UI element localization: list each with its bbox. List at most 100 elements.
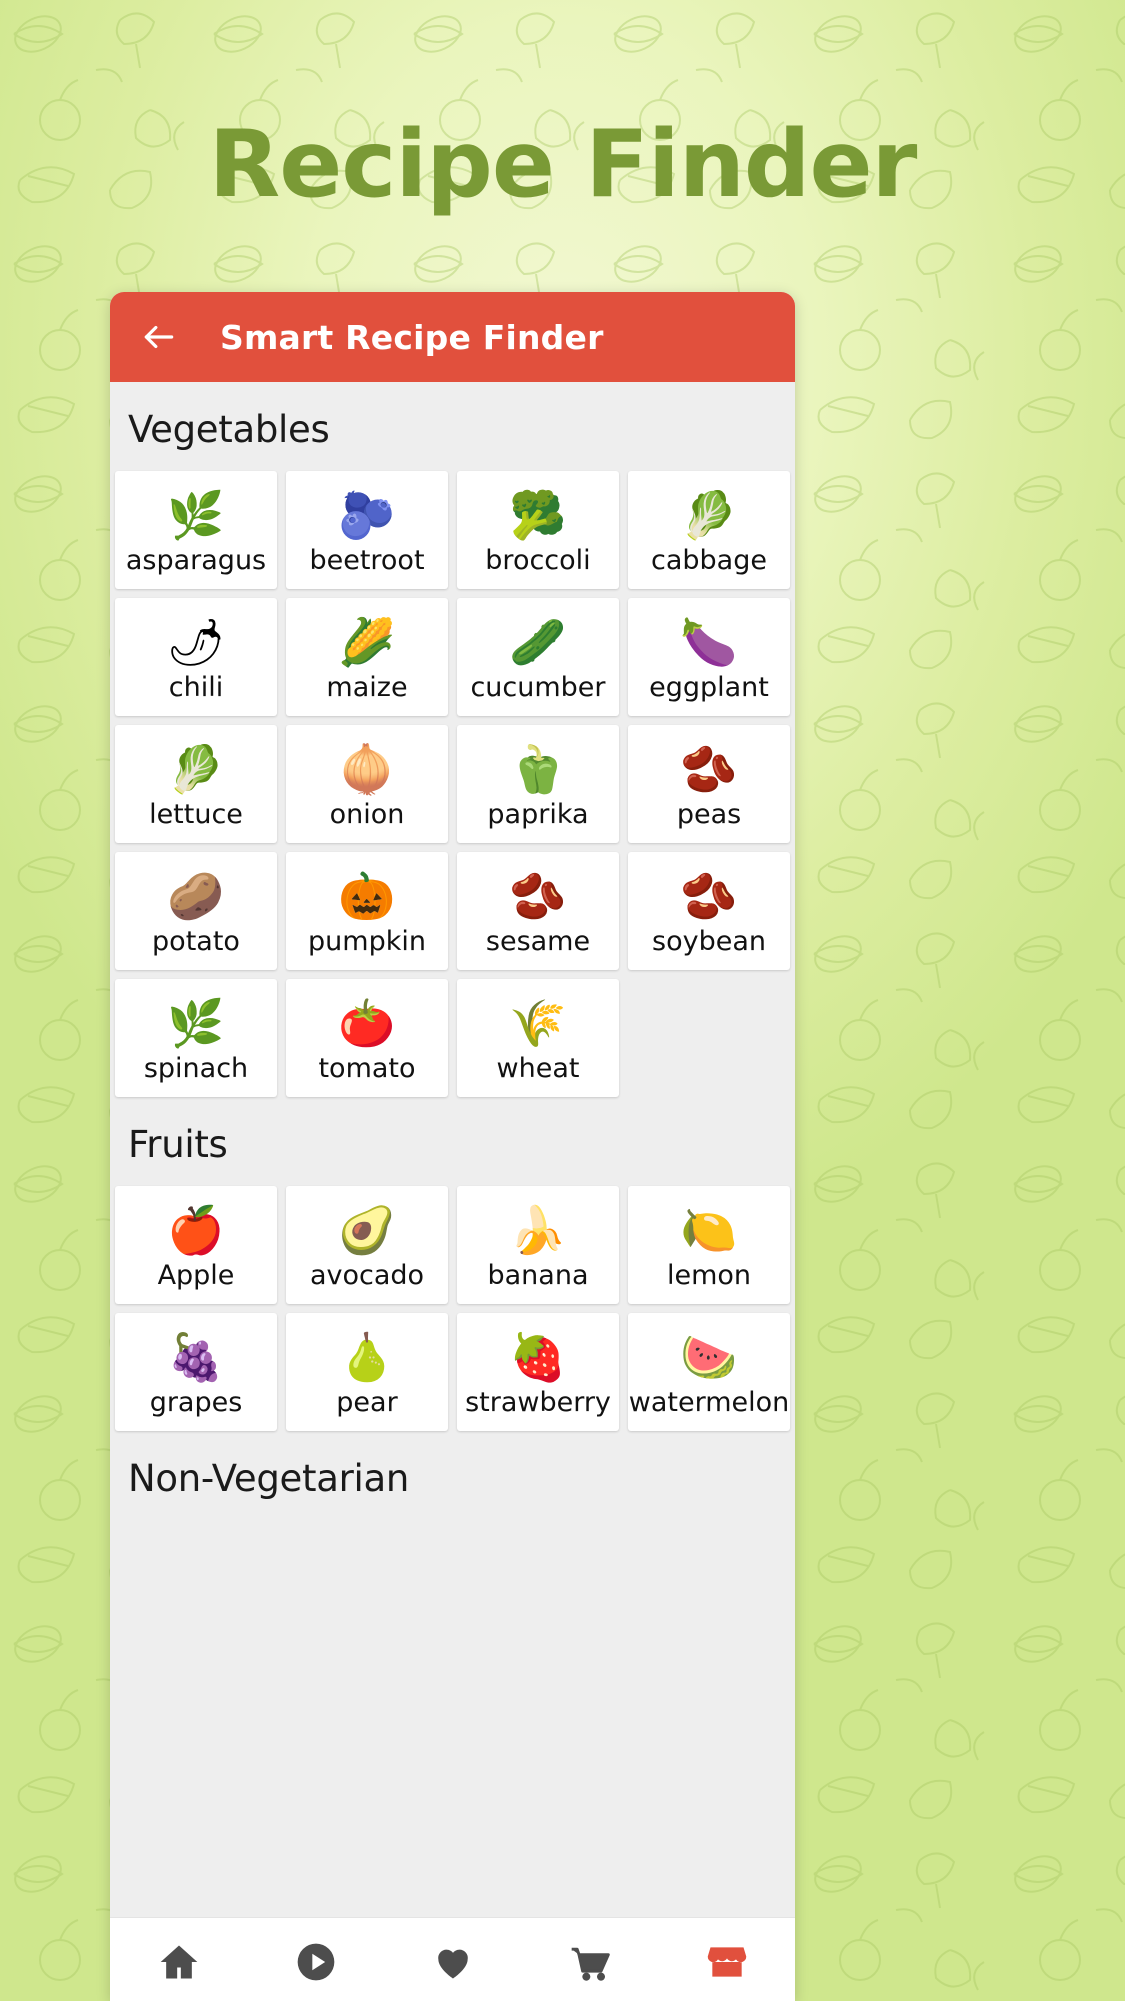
app-bar-title: Smart Recipe Finder — [220, 317, 604, 357]
spinach-icon: 🌿 — [167, 996, 225, 1049]
ingredient-card[interactable]: 🥒 cucumber — [457, 598, 619, 716]
ingredient-card[interactable]: 🍆 eggplant — [628, 598, 790, 716]
strawberry-icon: 🍓 — [509, 1330, 567, 1383]
page-title: Recipe Finder — [208, 110, 918, 218]
wheat-icon: 🌾 — [509, 996, 567, 1049]
cabbage-icon: 🥬 — [680, 488, 738, 541]
back-button[interactable] — [140, 318, 178, 356]
cucumber-icon: 🥒 — [509, 615, 567, 668]
ingredient-label: eggplant — [649, 671, 769, 703]
beetroot-icon: 🫐 — [338, 488, 396, 541]
heart-icon — [437, 1949, 468, 1979]
ingredient-card[interactable]: 🍐 pear — [286, 1313, 448, 1431]
nav-item-play-circle[interactable] — [286, 1940, 346, 1984]
avocado-icon: 🥑 — [338, 1203, 396, 1256]
play-circle-icon — [297, 1943, 334, 1981]
ingredient-label: spinach — [143, 1052, 249, 1084]
ingredient-card[interactable]: 🥔 potato — [115, 852, 277, 970]
ingredient-label: maize — [326, 671, 408, 703]
ingredient-label: banana — [487, 1259, 589, 1291]
ingredient-label: cabbage — [651, 544, 767, 576]
ingredient-label: watermelon — [628, 1386, 790, 1418]
paprika-icon: 🫑 — [509, 742, 567, 795]
broccoli-icon: 🥦 — [509, 488, 567, 541]
ingredient-label: Apple — [157, 1259, 235, 1291]
ingredient-label: asparagus — [125, 544, 267, 576]
ingredient-card[interactable]: 🍌 banana — [457, 1186, 619, 1304]
watermelon-icon: 🍉 — [680, 1330, 738, 1383]
ingredient-grid-vegetables: 🌿 asparagus 🫐 beetroot 🥦 broccoli 🥬 cabbage 🌶 chi… — [110, 471, 795, 1097]
apple-icon: 🍎 — [167, 1203, 225, 1256]
ingredient-label: pumpkin — [308, 925, 426, 957]
sesame-icon: 🫘 — [509, 869, 567, 922]
ingredient-label: cucumber — [470, 671, 606, 703]
ingredient-label: pear — [336, 1386, 398, 1418]
phone-frame: Smart Recipe Finder Vegetables 🌿 asparagus… — [110, 292, 795, 2001]
nav-item-heart[interactable] — [423, 1940, 483, 1984]
pumpkin-icon: 🎃 — [338, 869, 396, 922]
maize-icon: 🌽 — [338, 615, 396, 668]
home-icon — [160, 1945, 197, 1979]
ingredient-label: avocado — [309, 1259, 425, 1291]
ingredient-card[interactable]: 🧅 onion — [286, 725, 448, 843]
ingredient-card[interactable]: 🥬 cabbage — [628, 471, 790, 589]
nav-item-home[interactable] — [149, 1940, 209, 1984]
pear-icon: 🍐 — [338, 1330, 396, 1383]
banana-icon: 🍌 — [509, 1203, 567, 1256]
ingredient-card[interactable]: 🍇 grapes — [115, 1313, 277, 1431]
ingredient-grid-fruits: 🍎 Apple 🥑 avocado 🍌 banana 🍋 lemon 🍇 grapes 🍐 pear 🍓… — [110, 1186, 795, 1431]
app-bar: Smart Recipe Finder — [110, 292, 795, 382]
nav-item-store[interactable] — [697, 1940, 757, 1984]
ingredient-card[interactable]: 🍎 Apple — [115, 1186, 277, 1304]
soybean-icon: 🫘 — [680, 869, 738, 922]
ingredient-card[interactable]: 🥦 broccoli — [457, 471, 619, 589]
ingredient-label: onion — [329, 798, 405, 830]
ingredient-card[interactable]: 🫑 paprika — [457, 725, 619, 843]
ingredient-label: broccoli — [485, 544, 591, 576]
peas-icon: 🫘 — [680, 742, 738, 795]
ingredient-label: lettuce — [149, 798, 243, 830]
ingredient-card[interactable]: 🌾 wheat — [457, 979, 619, 1097]
arrow-left-icon — [144, 325, 174, 349]
store-icon — [707, 1947, 746, 1977]
ingredient-label: potato — [152, 925, 240, 957]
ingredient-card[interactable]: 🥑 avocado — [286, 1186, 448, 1304]
eggplant-icon: 🍆 — [680, 615, 738, 668]
ingredient-card[interactable]: 🥬 lettuce — [115, 725, 277, 843]
lettuce-icon: 🥬 — [167, 742, 225, 795]
ingredient-label: peas — [676, 798, 742, 830]
ingredient-label: paprika — [487, 798, 589, 830]
ingredient-label: beetroot — [309, 544, 425, 576]
ingredient-label: soybean — [652, 925, 766, 957]
asparagus-icon: 🌿 — [167, 488, 225, 541]
ingredient-card[interactable]: 🍉 watermelon — [628, 1313, 790, 1431]
lemon-icon: 🍋 — [680, 1203, 738, 1256]
tomato-icon: 🍅 — [338, 996, 396, 1049]
ingredient-card[interactable]: 🍓 strawberry — [457, 1313, 619, 1431]
ingredient-card[interactable]: 🍋 lemon — [628, 1186, 790, 1304]
ingredient-card[interactable]: 🌽 maize — [286, 598, 448, 716]
ingredient-label: lemon — [666, 1259, 752, 1291]
bottom-navigation-bar — [110, 1917, 795, 2001]
section-header-non-vegetarian: Non-Vegetarian — [128, 1457, 409, 1500]
nav-item-cart[interactable] — [560, 1940, 620, 1984]
ingredient-card[interactable]: 🌶 chili — [115, 598, 277, 716]
ingredient-label: chili — [168, 671, 224, 703]
section-header-vegetables: Vegetables — [128, 408, 330, 451]
ingredient-label: sesame — [485, 925, 591, 957]
onion-icon: 🧅 — [338, 742, 396, 795]
section-header-fruits: Fruits — [128, 1123, 228, 1166]
ingredient-card[interactable]: 🫘 soybean — [628, 852, 790, 970]
ingredient-card[interactable]: 🌿 asparagus — [115, 471, 277, 589]
ingredient-card[interactable]: 🍅 tomato — [286, 979, 448, 1097]
chili-icon: 🌶 — [166, 615, 226, 668]
ingredient-card[interactable]: 🌿 spinach — [115, 979, 277, 1097]
ingredient-card[interactable]: 🫘 sesame — [457, 852, 619, 970]
ingredient-card[interactable]: 🫘 peas — [628, 725, 790, 843]
grapes-icon: 🍇 — [167, 1330, 225, 1383]
ingredient-card[interactable]: 🎃 pumpkin — [286, 852, 448, 970]
ingredient-card[interactable]: 🫐 beetroot — [286, 471, 448, 589]
ingredient-scroll-area[interactable]: Vegetables 🌿 asparagus 🫐 beetroot 🥦 broccoli 🥬 c… — [110, 382, 795, 1917]
ingredient-label: wheat — [496, 1052, 580, 1084]
grid-filler — [628, 979, 790, 1097]
